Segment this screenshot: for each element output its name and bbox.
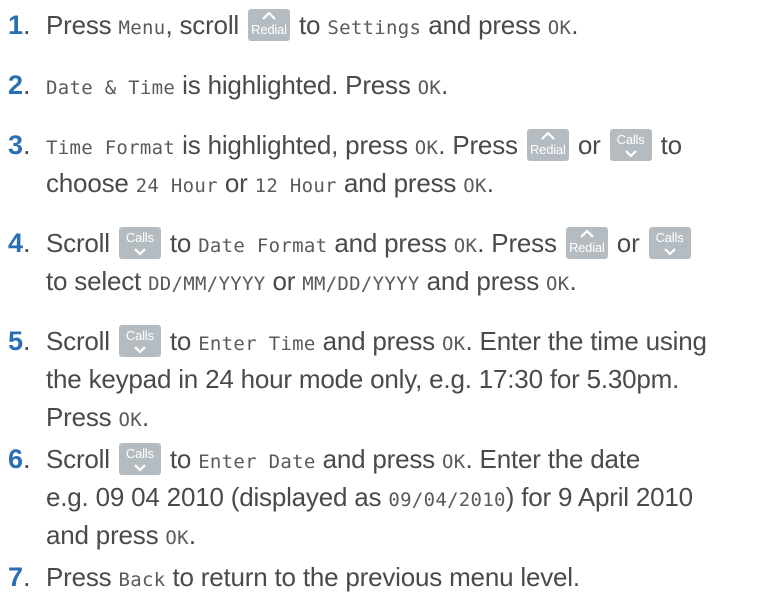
ok-key-name: OK xyxy=(546,273,570,295)
step-number: 1. xyxy=(8,10,31,40)
time-format-menu-name: Time Format xyxy=(46,137,176,159)
ok-key-name: OK xyxy=(414,137,439,159)
step-text: Date & Time is highlighted. Press OK. xyxy=(46,70,449,100)
step-text: Press Back to return to the previous men… xyxy=(46,562,580,592)
step-text-line-1: Scroll Calls to Enter Time and press OK.… xyxy=(46,325,707,358)
step-number: 6. xyxy=(8,444,31,474)
back-key-name: Back xyxy=(118,569,166,591)
step-number: 5. xyxy=(8,326,31,356)
settings-menu-name: Settings xyxy=(327,17,422,39)
step-text-line-2: to select DD/MM/YYYY or MM/DD/YYYY and p… xyxy=(46,266,577,296)
date-time-menu-name: Date & Time xyxy=(46,77,176,99)
step-text-line-3: Press OK. xyxy=(46,402,149,432)
ok-key-name: OK xyxy=(417,77,442,99)
calls-key-icon: Calls xyxy=(648,227,691,260)
displayed-date-value: 09/04/2010 xyxy=(388,489,506,511)
calls-key-icon: Calls xyxy=(118,325,161,358)
menu-key-name: Menu xyxy=(118,17,166,39)
redial-key-icon: Redial xyxy=(526,129,569,162)
mm-dd-yyyy-option: MM/DD/YYYY xyxy=(302,273,420,295)
ok-key-name: OK xyxy=(463,175,487,197)
enter-date-menu-name: Enter Date xyxy=(198,451,316,473)
24-hour-option: 24 Hour xyxy=(135,175,218,197)
calls-key-icon: Calls xyxy=(118,227,161,260)
redial-key-icon: Redial xyxy=(565,227,608,260)
dd-mm-yyyy-option: DD/MM/YYYY xyxy=(148,273,266,295)
step-number: 4. xyxy=(8,228,31,258)
enter-time-menu-name: Enter Time xyxy=(198,333,316,355)
calls-key-icon: Calls xyxy=(118,443,161,476)
step-text-line-3: and press OK. xyxy=(46,520,196,550)
step-number: 3. xyxy=(8,130,31,160)
step-text: Press Menu, scroll Redial to Settings an… xyxy=(46,9,579,42)
calls-key-icon: Calls xyxy=(609,129,652,162)
ok-key-name: OK xyxy=(442,451,466,473)
step-number: 7. xyxy=(8,562,31,592)
12-hour-option: 12 Hour xyxy=(254,175,337,197)
ok-key-name: OK xyxy=(118,409,142,431)
step-text-line-1: Scroll Calls to Enter Date and press OK.… xyxy=(46,443,641,476)
step-text-line-2: e.g. 09 04 2010 (displayed as 09/04/2010… xyxy=(46,482,693,512)
step-text-line-2: the keypad in 24 hour mode only, e.g. 17… xyxy=(46,364,680,394)
ok-key-name: OK xyxy=(547,17,572,39)
step-number: 2. xyxy=(8,70,31,100)
ok-key-name: OK xyxy=(442,333,466,355)
ok-key-name: OK xyxy=(453,235,478,257)
step-text-line-1: Scroll Calls to Date Format and press OK… xyxy=(46,226,693,260)
step-text-line-1: Time Format is highlighted, press OK. Pr… xyxy=(46,129,682,162)
ok-key-name: OK xyxy=(165,527,189,549)
date-format-menu-name: Date Format xyxy=(198,235,328,257)
redial-key-icon: Redial xyxy=(248,9,290,42)
step-text-line-2: choose 24 Hour or 12 Hour and press OK. xyxy=(46,168,494,198)
